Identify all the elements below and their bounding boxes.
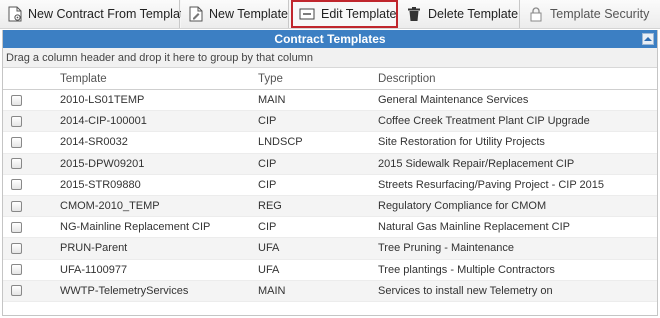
toolbar: New Contract From Template New Template … (0, 0, 660, 29)
edit-template-button[interactable]: Edit Template (291, 0, 398, 28)
column-header-row: Template Type Description (3, 68, 657, 90)
row-checkbox[interactable] (11, 242, 22, 254)
row-checkbox[interactable] (11, 158, 22, 170)
contract-templates-grid: Contract Templates Drag a column header … (2, 30, 658, 316)
description-cell: Tree Pruning - Maintenance (378, 242, 514, 255)
template-security-button[interactable]: Template Security (520, 0, 660, 28)
delete-template-button[interactable]: Delete Template (398, 0, 520, 28)
row-checkbox[interactable] (11, 179, 22, 191)
template-cell: 2015-STR09880 (60, 178, 141, 191)
delete-template-label: Delete Template (428, 7, 519, 21)
description-cell: Site Restoration for Utility Projects (378, 136, 545, 149)
table-row[interactable]: 2010-LS01TEMP MAIN General Maintenance S… (3, 90, 657, 112)
document-gear-icon (8, 6, 22, 22)
type-cell: CIP (258, 178, 277, 191)
description-cell: Natural Gas Mainline Replacement CIP (378, 221, 570, 234)
lock-icon (528, 6, 544, 22)
template-cell: CMOM-2010_TEMP (60, 200, 160, 213)
trash-icon (406, 6, 422, 22)
type-cell: MAIN (258, 94, 286, 107)
document-edit-icon (189, 6, 203, 22)
type-cell: UFA (258, 263, 280, 276)
type-cell: CIP (258, 157, 277, 170)
template-security-label: Template Security (550, 7, 650, 21)
template-cell: 2014-SR0032 (60, 136, 128, 149)
table-row[interactable]: UFA-1100977 UFA Tree plantings - Multipl… (3, 260, 657, 281)
template-cell: 2014-CIP-100001 (60, 115, 147, 128)
template-cell: 2010-LS01TEMP (60, 94, 145, 107)
row-checkbox[interactable] (11, 115, 22, 127)
template-cell: NG-Mainline Replacement CIP (60, 221, 211, 234)
column-header-description[interactable]: Description (378, 73, 657, 85)
table-row[interactable]: PRUN-Parent UFA Tree Pruning - Maintenan… (3, 238, 657, 260)
description-cell: General Maintenance Services (378, 94, 529, 107)
row-checkbox[interactable] (11, 136, 22, 148)
row-checkbox[interactable] (11, 94, 22, 106)
row-checkbox[interactable] (11, 200, 22, 212)
group-by-area[interactable]: Drag a column header and drop it here to… (3, 48, 657, 68)
type-cell: CIP (258, 221, 277, 234)
type-cell: REG (258, 200, 282, 213)
edit-box-icon (299, 6, 315, 22)
type-cell: MAIN (258, 284, 286, 297)
description-cell: Services to install new Telemetry on (378, 284, 553, 297)
type-cell: LNDSCP (258, 136, 303, 149)
row-checkbox[interactable] (11, 285, 22, 297)
new-contract-from-template-button[interactable]: New Contract From Template (0, 0, 190, 28)
edit-template-label: Edit Template (321, 7, 397, 21)
table-row[interactable]: WWTP-TelemetryServices MAIN Services to … (3, 280, 657, 302)
new-template-button[interactable]: New Template (181, 0, 289, 28)
description-cell: Regulatory Compliance for CMOM (378, 200, 547, 213)
template-cell: PRUN-Parent (60, 242, 128, 255)
description-cell: Tree plantings - Multiple Contractors (378, 263, 555, 276)
table-row[interactable]: CMOM-2010_TEMP REG Regulatory Compliance… (3, 195, 657, 218)
table-row[interactable]: 2015-STR09880 CIP Streets Resurfacing/Pa… (3, 175, 657, 196)
table-row[interactable]: NG-Mainline Replacement CIP CIP Natural … (3, 217, 657, 239)
new-contract-from-template-label: New Contract From Template (28, 7, 191, 21)
description-cell: 2015 Sidewalk Repair/Replacement CIP (378, 157, 575, 170)
description-cell: Coffee Creek Treatment Plant CIP Upgrade (378, 115, 590, 128)
type-cell: UFA (258, 242, 280, 255)
grid-header: Contract Templates (3, 30, 657, 48)
column-header-type[interactable]: Type (258, 73, 378, 85)
row-checkbox[interactable] (11, 221, 22, 233)
description-cell: Streets Resurfacing/Paving Project - CIP… (378, 178, 605, 191)
template-cell: WWTP-TelemetryServices (60, 284, 189, 297)
collapse-icon[interactable] (642, 33, 654, 45)
row-checkbox[interactable] (11, 264, 22, 276)
grid-title: Contract Templates (274, 32, 386, 46)
template-cell: UFA-1100977 (60, 263, 128, 276)
table-row[interactable]: 2014-SR0032 LNDSCP Site Restoration for … (3, 132, 657, 154)
type-cell: CIP (258, 115, 277, 128)
table-row[interactable]: 2014-CIP-100001 CIP Coffee Creek Treatme… (3, 111, 657, 133)
column-header-template[interactable]: Template (60, 73, 258, 85)
table-row[interactable]: 2015-DPW09201 CIP 2015 Sidewalk Repair/R… (3, 153, 657, 175)
new-template-label: New Template (209, 7, 288, 21)
template-cell: 2015-DPW09201 (60, 157, 145, 170)
